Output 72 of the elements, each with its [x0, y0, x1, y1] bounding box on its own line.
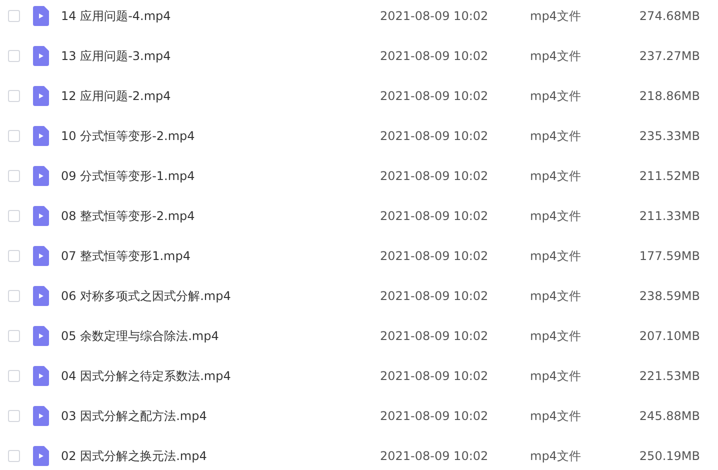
- modified-date: 2021-08-09 10:02: [380, 289, 490, 303]
- video-file-icon: [33, 366, 49, 386]
- video-file-icon: [33, 406, 49, 426]
- file-type: mp4文件: [530, 368, 582, 384]
- modified-date: 2021-08-09 10:02: [380, 249, 490, 263]
- file-name[interactable]: 07 整式恒等变形1.mp4: [61, 248, 380, 264]
- video-file-icon: [33, 46, 49, 66]
- checkbox[interactable]: [8, 250, 20, 262]
- checkbox[interactable]: [8, 370, 20, 382]
- modified-date: 2021-08-09 10:02: [380, 409, 490, 423]
- file-name[interactable]: 06 对称多项式之因式分解.mp4: [61, 288, 380, 304]
- file-size: 235.33MB: [638, 129, 700, 143]
- file-size: 218.86MB: [638, 89, 700, 103]
- file-type: mp4文件: [530, 448, 582, 464]
- video-file-icon: [33, 6, 49, 26]
- video-file-icon: [33, 126, 49, 146]
- file-size: 250.19MB: [638, 449, 700, 463]
- file-size: 237.27MB: [638, 49, 700, 63]
- file-size: 211.52MB: [638, 169, 700, 183]
- video-file-icon: [33, 326, 49, 346]
- file-size: 245.88MB: [638, 409, 700, 423]
- file-type: mp4文件: [530, 48, 582, 64]
- file-size: 221.53MB: [638, 369, 700, 383]
- modified-date: 2021-08-09 10:02: [380, 9, 490, 23]
- file-type: mp4文件: [530, 8, 582, 24]
- file-type: mp4文件: [530, 128, 582, 144]
- checkbox[interactable]: [8, 90, 20, 102]
- file-size: 238.59MB: [638, 289, 700, 303]
- checkbox[interactable]: [8, 410, 20, 422]
- video-file-icon: [33, 206, 49, 226]
- file-name[interactable]: 13 应用问题-3.mp4: [61, 48, 380, 64]
- checkbox[interactable]: [8, 450, 20, 462]
- file-type: mp4文件: [530, 328, 582, 344]
- file-size: 274.68MB: [638, 9, 700, 23]
- checkbox[interactable]: [8, 170, 20, 182]
- checkbox[interactable]: [8, 50, 20, 62]
- file-type: mp4文件: [530, 248, 582, 264]
- modified-date: 2021-08-09 10:02: [380, 449, 490, 463]
- file-size: 211.33MB: [638, 209, 700, 223]
- checkbox[interactable]: [8, 290, 20, 302]
- video-file-icon: [33, 166, 49, 186]
- checkbox[interactable]: [8, 130, 20, 142]
- file-name[interactable]: 03 因式分解之配方法.mp4: [61, 408, 380, 424]
- file-name[interactable]: 08 整式恒等变形-2.mp4: [61, 208, 380, 224]
- file-type: mp4文件: [530, 408, 582, 424]
- file-size: 177.59MB: [638, 249, 700, 263]
- file-name[interactable]: 12 应用问题-2.mp4: [61, 88, 380, 104]
- modified-date: 2021-08-09 10:02: [380, 209, 490, 223]
- file-type: mp4文件: [530, 288, 582, 304]
- video-file-icon: [33, 286, 49, 306]
- modified-date: 2021-08-09 10:02: [380, 89, 490, 103]
- file-name[interactable]: 14 应用问题-4.mp4: [61, 8, 380, 24]
- file-type: mp4文件: [530, 88, 582, 104]
- file-type: mp4文件: [530, 208, 582, 224]
- modified-date: 2021-08-09 10:02: [380, 129, 490, 143]
- modified-date: 2021-08-09 10:02: [380, 169, 490, 183]
- modified-date: 2021-08-09 10:02: [380, 369, 490, 383]
- file-name[interactable]: 05 余数定理与综合除法.mp4: [61, 328, 380, 344]
- video-file-icon: [33, 446, 49, 466]
- checkbox[interactable]: [8, 330, 20, 342]
- checkbox[interactable]: [8, 210, 20, 222]
- file-type: mp4文件: [530, 168, 582, 184]
- file-name[interactable]: 10 分式恒等变形-2.mp4: [61, 128, 380, 144]
- checkbox[interactable]: [8, 10, 20, 22]
- file-name[interactable]: 09 分式恒等变形-1.mp4: [61, 168, 380, 184]
- modified-date: 2021-08-09 10:02: [380, 49, 490, 63]
- file-size: 207.10MB: [638, 329, 700, 343]
- video-file-icon: [33, 246, 49, 266]
- file-name[interactable]: 02 因式分解之换元法.mp4: [61, 448, 380, 464]
- video-file-icon: [33, 86, 49, 106]
- modified-date: 2021-08-09 10:02: [380, 329, 490, 343]
- file-name[interactable]: 04 因式分解之待定系数法.mp4: [61, 368, 380, 384]
